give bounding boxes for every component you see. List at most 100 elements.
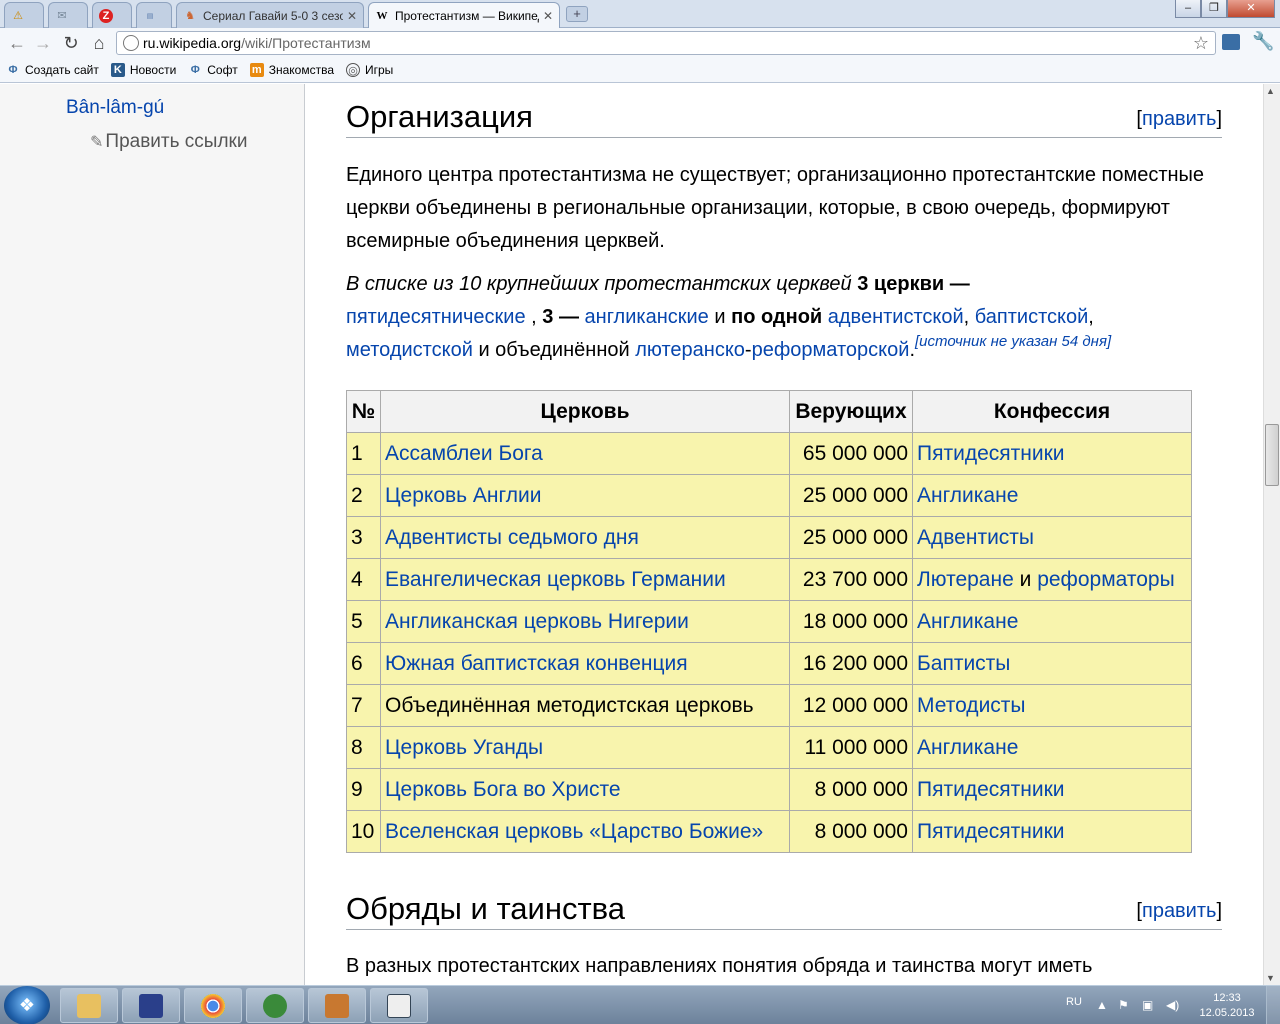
extension-icon[interactable] xyxy=(1222,34,1240,50)
confession-link[interactable]: Методисты xyxy=(917,694,1026,717)
confession-link[interactable]: Баптисты xyxy=(917,652,1010,675)
start-button[interactable]: ❖ xyxy=(4,986,50,1024)
edit-links-label: Править ссылки xyxy=(105,131,248,152)
confession-link[interactable]: Англикане xyxy=(917,484,1018,507)
edit-section-link[interactable]: править xyxy=(1142,900,1216,922)
confession-cell: Пятидесятники xyxy=(912,768,1192,811)
confession-link[interactable]: Англикане xyxy=(917,736,1018,759)
language-indicator[interactable]: RU xyxy=(1066,996,1082,1008)
url-host: ru.wikipedia.org xyxy=(143,35,242,51)
minimize-button[interactable]: – xyxy=(1175,0,1201,18)
chrome-icon xyxy=(201,993,225,1018)
bold-text: 3 церкви xyxy=(857,273,945,295)
confession-link[interactable]: Пятидесятники xyxy=(917,442,1064,465)
church-link[interactable]: Церковь Уганды xyxy=(385,736,543,759)
tray-expand-icon[interactable]: ▲ xyxy=(1096,998,1108,1012)
citation-needed-link[interactable]: [источник не указан 54 дня] xyxy=(915,333,1111,350)
church-link[interactable]: Ассамблеи Бога xyxy=(385,442,543,465)
show-desktop-button[interactable] xyxy=(1266,986,1280,1024)
taskbar-save[interactable] xyxy=(122,988,180,1023)
vertical-scrollbar[interactable]: ▲ ▼ xyxy=(1263,84,1280,985)
church-link[interactable]: Южная баптистская конвенция xyxy=(385,652,688,675)
close-window-button[interactable]: ✕ xyxy=(1227,0,1275,18)
flag-icon[interactable]: ⚑ xyxy=(1118,998,1129,1012)
church-link[interactable]: Церковь Англии xyxy=(385,484,541,507)
edit-interlanguage-links[interactable]: ✎ Править ссылки xyxy=(90,131,247,153)
tab-3[interactable]: Z xyxy=(92,2,132,28)
network-icon[interactable]: ▣ xyxy=(1142,998,1153,1012)
church-link[interactable]: Адвентисты седьмого дня xyxy=(385,526,639,549)
home-button[interactable]: ⌂ xyxy=(88,32,110,54)
row-number: 6 xyxy=(346,642,381,685)
confession-cell: Лютеране и реформаторы xyxy=(912,558,1192,601)
link-anglican[interactable]: англиканские xyxy=(585,306,709,328)
confession-link[interactable]: Пятидесятники xyxy=(917,820,1064,843)
church-link[interactable]: Евангелическая церковь Германии xyxy=(385,568,726,591)
taskbar-chrome[interactable] xyxy=(184,988,242,1023)
forward-button[interactable]: → xyxy=(32,32,54,54)
members-cell: 25 000 000 xyxy=(789,516,913,559)
confession-link[interactable]: реформаторы xyxy=(1037,568,1174,591)
tab-4[interactable]: ▤ xyxy=(136,2,172,28)
confession-link[interactable]: Пятидесятники xyxy=(917,778,1064,801)
table-row: 2 Церковь Англии 25 000 000 Англикане xyxy=(346,474,1192,517)
maximize-button[interactable]: ❐ xyxy=(1201,0,1227,18)
confession-link[interactable]: Англикане xyxy=(917,610,1018,633)
language-link[interactable]: Bân-lâm-gú xyxy=(66,97,164,119)
bookmark-star-icon[interactable]: ☆ xyxy=(1193,33,1209,54)
dash: — xyxy=(949,273,970,295)
new-tab-button[interactable]: + xyxy=(566,6,588,22)
bookmark-news[interactable]: K Новости xyxy=(110,63,176,77)
wiki-sidebar: Bân-lâm-gú ✎ Править ссылки xyxy=(0,84,305,985)
address-bar[interactable]: ru.wikipedia.org/wiki/Протестантизм ☆ xyxy=(116,31,1216,55)
taskbar-presentation[interactable] xyxy=(370,988,428,1023)
reload-button[interactable]: ↻ xyxy=(60,32,82,54)
confession-cell: Баптисты xyxy=(912,642,1192,685)
scroll-down-icon[interactable]: ▼ xyxy=(1266,973,1275,983)
row-number: 4 xyxy=(346,558,381,601)
close-icon[interactable]: ✕ xyxy=(347,9,357,23)
row-number: 2 xyxy=(346,474,381,517)
taskbar-archive[interactable] xyxy=(308,988,366,1023)
church-link[interactable]: Англиканская церковь Нигерии xyxy=(385,610,689,633)
confession-link[interactable]: Адвентисты xyxy=(917,526,1034,549)
table-row: 5 Англиканская церковь Нигерии 18 000 000 А… xyxy=(346,600,1192,643)
church-cell: Южная баптистская конвенция xyxy=(380,642,790,685)
link-pentecostal[interactable]: пятидесятнические xyxy=(346,306,526,328)
tab-title: Протестантизм — Википедия xyxy=(395,9,539,23)
confession-link[interactable]: Лютеране xyxy=(917,568,1014,591)
bookmark-games[interactable]: ◎ Игры xyxy=(346,63,393,77)
close-icon[interactable]: ✕ xyxy=(543,9,553,23)
church-cell: Церковь Уганды xyxy=(380,726,790,769)
edit-section-link[interactable]: править xyxy=(1142,108,1216,130)
pencil-icon: ✎ xyxy=(90,134,104,151)
volume-icon[interactable]: ◀) xyxy=(1166,998,1179,1012)
tab-wikipedia[interactable]: W Протестантизм — Википедия ✕ xyxy=(368,2,560,29)
bookmark-dating[interactable]: m Знакомства xyxy=(249,63,334,77)
tab-1[interactable]: ⚠ xyxy=(4,2,44,28)
confession-cell: Пятидесятники xyxy=(912,432,1192,475)
tab-serial[interactable]: ♞ Сериал Гавайи 5-0 3 сезон ✕ xyxy=(176,2,364,28)
church-link[interactable]: Церковь Бога во Христе xyxy=(385,778,621,801)
bookmark-soft[interactable]: Φ Софт xyxy=(188,63,238,77)
tab-2[interactable]: ✉ xyxy=(48,2,88,28)
system-clock[interactable]: 12:33 12.05.2013 xyxy=(1196,991,1258,1021)
church-link[interactable]: Вселенская церковь «Царство Божие» xyxy=(385,820,763,843)
back-button[interactable]: ← xyxy=(6,32,28,54)
taskbar-download[interactable] xyxy=(246,988,304,1023)
bookmark-label: Игры xyxy=(365,63,394,77)
scroll-thumb[interactable] xyxy=(1265,424,1279,486)
scroll-up-icon[interactable]: ▲ xyxy=(1266,86,1275,96)
presentation-icon xyxy=(387,993,411,1018)
wrench-icon[interactable]: 🔧 xyxy=(1252,31,1274,52)
bookmark-create-site[interactable]: Φ Создать сайт xyxy=(6,63,98,77)
archive-icon xyxy=(325,993,349,1018)
church-cell: Ассамблеи Бога xyxy=(380,432,790,475)
link-adventist[interactable]: адвентистской xyxy=(828,306,964,328)
link-reformed[interactable]: реформаторской xyxy=(752,339,910,361)
link-baptist[interactable]: баптистской xyxy=(975,306,1089,328)
section-title: Обряды и таинства xyxy=(346,891,626,926)
taskbar-explorer[interactable] xyxy=(60,988,118,1023)
link-methodist[interactable]: методистской xyxy=(346,339,473,361)
link-lutheran[interactable]: лютеранско xyxy=(635,339,745,361)
